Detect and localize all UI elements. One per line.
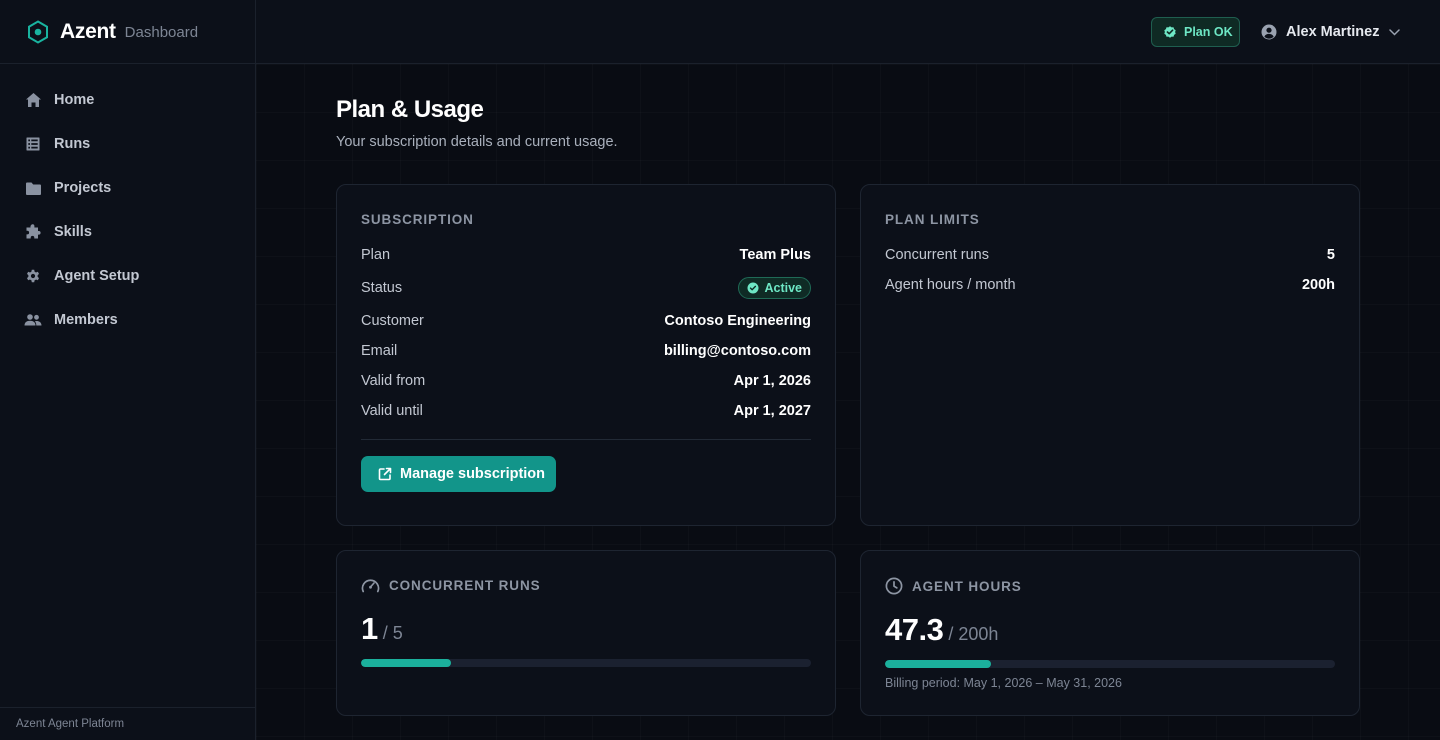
- valid-until-value: Apr 1, 2027: [733, 403, 811, 419]
- card-title: AGENT HOURS: [912, 578, 1022, 594]
- page-title: Plan & Usage: [336, 96, 484, 123]
- runs-count: 1 / 5: [361, 611, 811, 647]
- gear-icon: [24, 267, 42, 285]
- page-subtitle: Your subscription details and current us…: [336, 134, 618, 150]
- sidebar-item-label: Members: [54, 312, 118, 328]
- sidebar-item-label: Agent Setup: [54, 268, 140, 284]
- user-name: Alex Martinez: [1286, 24, 1380, 40]
- row-label: Customer: [361, 313, 424, 329]
- hexagon-logo-icon: [26, 19, 50, 44]
- main-content: Plan & Usage Your subscription details a…: [256, 64, 1440, 740]
- sidebar-item-projects[interactable]: Projects: [0, 166, 255, 210]
- sidebar-item-agent-setup[interactable]: Agent Setup: [0, 254, 255, 298]
- agent-hours-limit-row: Agent hours / month 200h: [885, 277, 1335, 293]
- concurrent-runs-card: CONCURRENT RUNS 1 / 5: [336, 550, 836, 716]
- check-circle-icon: [747, 282, 759, 294]
- card-header: CONCURRENT RUNS: [361, 577, 811, 594]
- external-link-icon: [378, 467, 392, 481]
- row-label: Concurrent runs: [885, 247, 989, 263]
- card-title: SUBSCRIPTION: [361, 212, 474, 227]
- valid-from-row: Valid from Apr 1, 2026: [361, 373, 811, 389]
- hours-current-value: 47.3: [885, 612, 944, 647]
- sidebar-item-label: Projects: [54, 180, 112, 196]
- status-badge: Active: [738, 277, 811, 299]
- sidebar-item-home[interactable]: Home: [0, 78, 255, 122]
- verified-check-icon: [1164, 26, 1176, 38]
- list-icon: [24, 135, 42, 153]
- home-icon: [24, 91, 42, 109]
- concurrent-runs-limit-row: Concurrent runs 5: [885, 247, 1335, 263]
- gauge-icon: [361, 579, 380, 593]
- sidebar-item-label: Runs: [54, 136, 91, 152]
- runs-limit-value: / 5: [382, 623, 403, 643]
- email-row: Email billing@contoso.com: [361, 343, 811, 359]
- puzzle-icon: [24, 223, 42, 241]
- concurrent-runs-limit-value: 5: [1326, 247, 1335, 263]
- sidebar-item-members[interactable]: Members: [0, 298, 255, 342]
- sidebar-item-label: Skills: [54, 224, 92, 240]
- row-label: Status: [361, 280, 403, 296]
- subscription-card: SUBSCRIPTION Plan Team Plus Status Activ…: [336, 184, 836, 526]
- sidebar-item-skills[interactable]: Skills: [0, 210, 255, 254]
- sidebar-item-label: Home: [54, 92, 95, 108]
- sidebar-item-runs[interactable]: Runs: [0, 122, 255, 166]
- card-header: AGENT HOURS: [885, 577, 1335, 595]
- customer-row: Customer Contoso Engineering: [361, 313, 811, 329]
- row-label: Valid until: [361, 403, 423, 419]
- customer-value: Contoso Engineering: [664, 313, 811, 329]
- status-row: Status Active: [361, 277, 811, 299]
- agent-hours-limit-value: 200h: [1301, 277, 1335, 293]
- runs-progress-bar: [361, 659, 811, 667]
- plan-value: Team Plus: [739, 247, 811, 263]
- plan-status-label: Plan OK: [1184, 25, 1233, 39]
- user-avatar-icon: [1261, 24, 1277, 40]
- hours-limit-value: / 200h: [948, 624, 999, 644]
- plan-limits-card: PLAN LIMITS Concurrent runs 5 Agent hour…: [860, 184, 1360, 526]
- brand-name: Azent: [60, 19, 116, 43]
- billing-period: Billing period: May 1, 2026 – May 31, 20…: [885, 676, 1122, 690]
- manage-subscription-label: Manage subscription: [400, 466, 546, 482]
- clock-icon: [885, 577, 903, 595]
- sidebar-footer: Azent Agent Platform: [0, 707, 255, 740]
- row-label: Email: [361, 343, 398, 359]
- card-title: PLAN LIMITS: [885, 212, 980, 227]
- people-icon: [24, 311, 42, 329]
- row-label: Agent hours / month: [885, 277, 1016, 293]
- divider: [361, 439, 811, 440]
- chevron-down-icon: [1389, 28, 1401, 36]
- topbar: Plan OK Alex Martinez: [256, 0, 1440, 64]
- brand-section: Dashboard: [124, 24, 199, 41]
- runs-progress-fill: [361, 659, 451, 667]
- agent-hours-card: AGENT HOURS 47.3 / 200h Billing period: …: [860, 550, 1360, 716]
- hours-progress-bar: [885, 660, 1335, 668]
- hours-progress-fill: [885, 660, 992, 668]
- plan-status-badge[interactable]: Plan OK: [1151, 17, 1240, 47]
- valid-until-row: Valid until Apr 1, 2027: [361, 403, 811, 419]
- email-value: billing@contoso.com: [663, 343, 811, 359]
- sidebar: Azent Dashboard Home Runs Projects Skill…: [0, 0, 256, 740]
- hours-count: 47.3 / 200h: [885, 612, 1335, 648]
- brand[interactable]: Azent Dashboard: [0, 0, 255, 64]
- row-label: Valid from: [361, 373, 426, 389]
- folder-icon: [24, 179, 42, 197]
- user-menu[interactable]: Alex Martinez: [1261, 17, 1401, 47]
- sidebar-nav: Home Runs Projects Skills Agent Setup Me…: [0, 64, 255, 342]
- valid-from-value: Apr 1, 2026: [733, 373, 811, 389]
- row-label: Plan: [361, 247, 391, 263]
- status-label: Active: [764, 281, 802, 295]
- plan-row: Plan Team Plus: [361, 247, 811, 263]
- runs-current-value: 1: [361, 611, 378, 646]
- card-title: CONCURRENT RUNS: [389, 578, 541, 593]
- manage-subscription-button[interactable]: Manage subscription: [361, 456, 556, 492]
